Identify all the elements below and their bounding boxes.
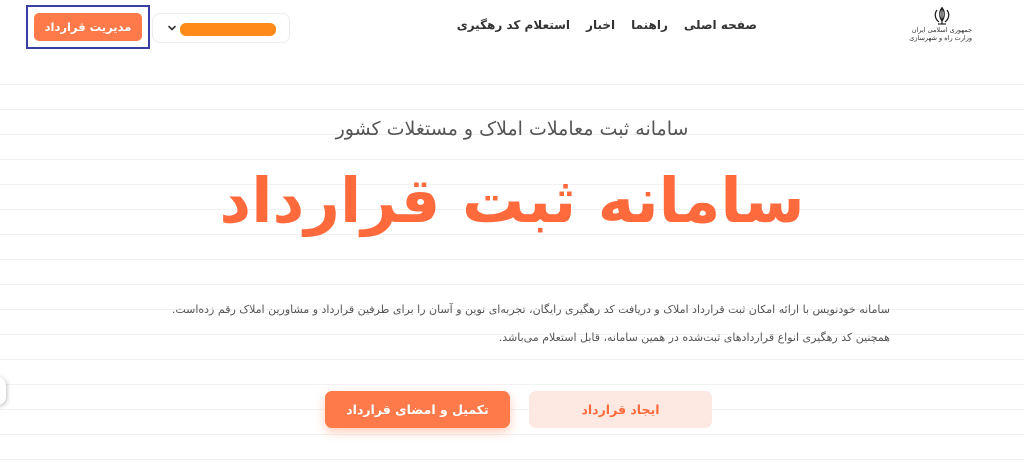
- user-dropdown[interactable]: [152, 13, 290, 43]
- logo-line-2: وزارت راه و شهرسازی: [909, 34, 972, 42]
- hero-subtitle: سامانه ثبت معاملات املاک و مستغلات کشور: [335, 118, 689, 140]
- iran-emblem-icon: [934, 7, 950, 25]
- chevron-down-icon: [168, 25, 176, 31]
- create-contract-button[interactable]: ایجاد قرارداد: [529, 391, 712, 428]
- header: جمهوری اسلامی ایران وزارت راه و شهرسازی …: [0, 0, 1024, 58]
- nav-tracking-inquiry[interactable]: استعلام کد رهگیری: [457, 18, 570, 32]
- nav-guide[interactable]: راهنما: [631, 18, 668, 32]
- nav-news[interactable]: اخبار: [586, 18, 615, 32]
- manage-button-highlight: مدیریت قرارداد: [26, 5, 150, 49]
- main-nav: صفحه اصلی راهنما اخبار استعلام کد رهگیری: [457, 18, 757, 32]
- logo-line-1: جمهوری اسلامی ایران: [911, 26, 972, 34]
- complete-and-sign-button[interactable]: تکمیل و امضای قرارداد: [325, 391, 510, 428]
- hero-description: سامانه خودنویس با ارائه امکان ثبت قراردا…: [171, 303, 890, 344]
- nav-home[interactable]: صفحه اصلی: [684, 18, 757, 32]
- manage-contract-button[interactable]: مدیریت قرارداد: [34, 13, 142, 41]
- ministry-logo[interactable]: جمهوری اسلامی ایران وزارت راه و شهرسازی: [909, 6, 972, 52]
- user-name-redacted: [180, 23, 276, 36]
- hero-title: سامانه ثبت قرارداد: [219, 164, 805, 237]
